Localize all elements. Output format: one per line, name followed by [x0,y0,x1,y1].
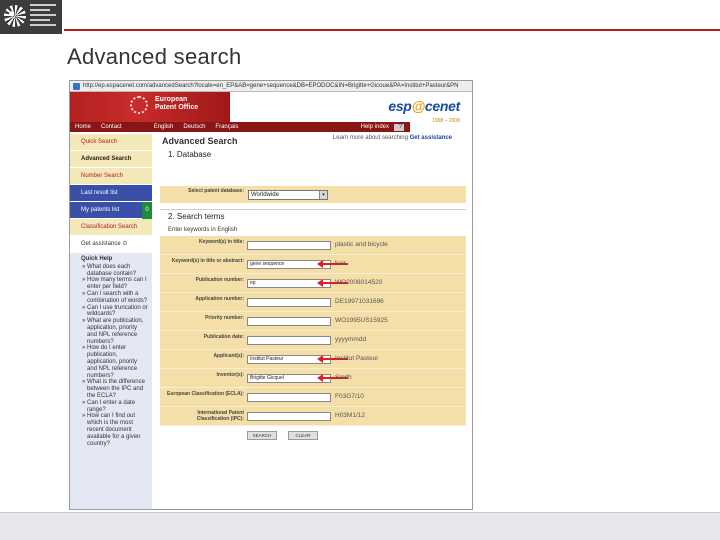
browser-screenshot: http://ep.espacenet.com/advancedSearch?l… [69,80,473,510]
nav-home[interactable]: Home [70,124,96,130]
epo-banner-emblem-icon [130,96,148,114]
help-question[interactable]: » How do I enter publication, applicatio… [81,345,148,379]
field-label: International Patent Classification (IPC… [196,410,244,422]
section-database-heading: 1. Database [168,150,212,159]
priority-number-input[interactable] [247,317,331,326]
field-example: Institut Pasteur [335,355,379,362]
main-content: Advanced Search 1. Database Select paten… [160,134,466,443]
nav-my-patents-list[interactable]: 0 My patents list [70,202,152,219]
site-header: European Patent Office Home Contact Engl… [70,92,472,141]
epo-logo [0,0,62,34]
help-icon[interactable]: ? [394,123,404,131]
database-row: Select patent database: Worldwide ▾ [160,186,466,203]
help-question[interactable]: » Can I search with a combination of wor… [81,291,148,305]
field-example: plastic and bicycle [335,241,388,248]
page-heading: Advanced Search [162,136,238,146]
chevron-down-icon: ▾ [319,191,327,199]
field-row-title: Keyword(s) in title: plastic and bicycle [160,236,466,255]
form-buttons: SEARCH CLEAR [160,429,466,443]
section-search-terms-heading: 2. Search terms [168,212,225,221]
field-label: Inventor(s): [216,372,245,378]
field-label: Publication number: [195,277,244,283]
database-label: Select patent database: [188,188,244,194]
field-row-inventors: Inventor(s): Brigitte Gicquel Smith [160,369,466,388]
nav-advanced-search[interactable]: Advanced Search [70,151,152,168]
field-example: DE19971031696 [335,298,384,305]
field-row-priority-number: Priority number: WO1995US15925 [160,312,466,331]
nav-deutsch[interactable]: Deutsch [178,124,210,130]
org-name: European Patent Office [155,96,198,112]
field-label: Applicant(s): [213,353,244,359]
field-label: Publication date: [203,334,244,340]
url-text: http://ep.espacenet.com/advancedSearch?l… [83,82,459,89]
field-label: European Classification (ECLA): [167,391,244,397]
help-question[interactable]: » Can I use truncation or wildcards? [81,305,148,319]
keywords-note: Enter keywords in English [168,227,238,233]
field-row-ipc: International Patent Classification (IPC… [160,407,466,426]
field-label: Keyword(s) in title: [198,239,244,245]
org-name-line2: Patent Office [155,104,199,111]
left-nav: Quick Search Advanced Search Number Sear… [70,134,152,509]
address-bar[interactable]: http://ep.espacenet.com/advancedSearch?l… [70,81,472,92]
nav-last-result-list[interactable]: Last result list [70,185,152,202]
publication-date-input[interactable] [247,336,331,345]
patents-count-badge: 0 [142,202,152,219]
ecla-input[interactable] [247,393,331,402]
application-number-input[interactable] [247,298,331,307]
epo-banner: European Patent Office [70,92,230,122]
help-question[interactable]: » How can I find out which is the most r… [81,413,148,447]
top-nav: Home Contact English Deutsch Français He… [70,122,410,132]
epo-emblem-icon [4,5,26,27]
epo-logo-text [30,4,58,29]
slide-title: Advanced search [67,44,242,69]
field-example: H03M1/12 [335,412,365,419]
field-example: F03G7/10 [335,393,364,400]
ipc-input[interactable] [247,412,331,421]
nav-contact[interactable]: Contact [96,124,127,130]
database-select[interactable]: Worldwide ▾ [248,190,328,200]
espacenet-logo: esp@cenet [388,98,460,114]
field-row-applicants: Applicant(s): Institut Pasteur Institut … [160,350,466,369]
field-row-publication-number: Publication number: ep WO2008014520 [160,274,466,293]
org-name-line1: European [155,96,188,103]
field-example: WO2008014520 [335,279,383,286]
field-row-title-abstract: Keyword(s) in title or abstract: gene se… [160,255,466,274]
title-keywords-input[interactable] [247,241,331,250]
field-row-application-number: Application number: DE19971031696 [160,293,466,312]
nav-get-assistance[interactable]: Get assistance ⊙ [70,236,152,253]
help-question[interactable]: » What does each database contain? [81,264,148,278]
field-label: Application number: [195,296,244,302]
field-row-ecla: European Classification (ECLA): F03G7/10 [160,388,466,407]
help-question[interactable]: » What are publication, application, pri… [81,318,148,345]
clear-button[interactable]: CLEAR [288,431,318,440]
page-icon [73,82,80,90]
field-example: Smith [335,374,352,381]
help-question[interactable]: » What is the difference between the IPC… [81,379,148,399]
espacenet-years: 1998 – 2008 [432,118,460,124]
help-index-link[interactable]: Help index [356,124,394,130]
field-label: Keyword(s) in title or abstract: [171,258,244,264]
field-label: Priority number: [205,315,244,321]
search-terms-section: 2. Search terms Enter keywords in Englis… [160,209,466,443]
field-example: hair [335,260,346,267]
search-button[interactable]: SEARCH [247,431,277,440]
help-question[interactable]: » How many terms can I enter per field? [81,277,148,291]
field-example: yyyymmdd [335,336,367,343]
quick-help-panel: Quick Help » What does each database con… [70,253,152,509]
nav-quick-search[interactable]: Quick Search [70,134,152,151]
slide-footer-band [0,512,720,540]
help-question[interactable]: » Can I enter a date range? [81,400,148,414]
field-row-publication-date: Publication date: yyyymmdd [160,331,466,350]
nav-english[interactable]: English [149,124,179,130]
title-rule [64,29,720,31]
nav-number-search[interactable]: Number Search [70,168,152,185]
nav-classification-search[interactable]: Classification Search [70,219,152,236]
nav-francais[interactable]: Français [210,124,243,130]
quick-help-title: Quick Help [81,256,113,262]
field-example: WO1995US15925 [335,317,388,324]
